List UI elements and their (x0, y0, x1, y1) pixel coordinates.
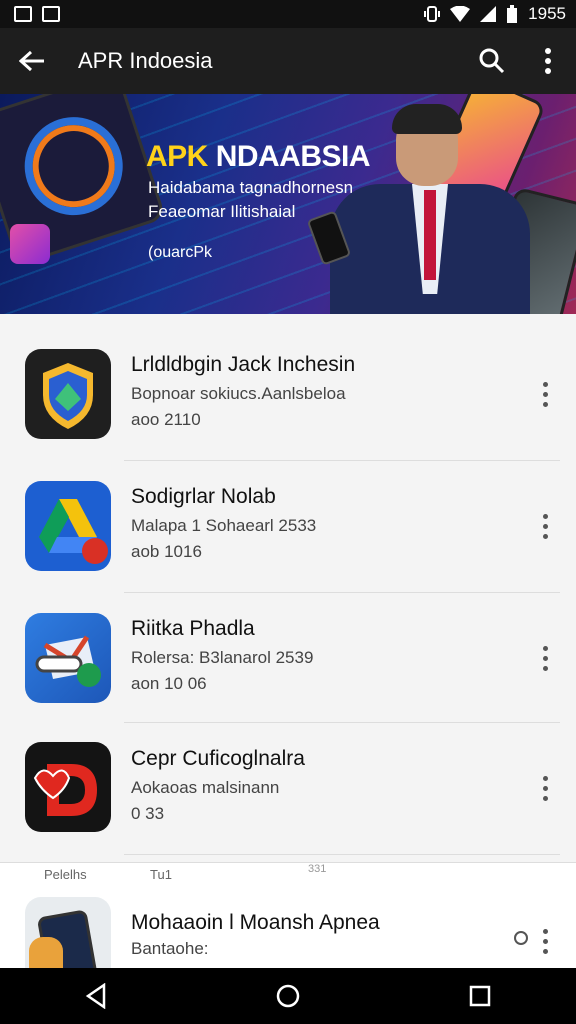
more-vertical-icon[interactable] (530, 506, 560, 546)
app-name: Riitka Phadla (131, 617, 255, 640)
drive-app-icon (25, 481, 111, 571)
phone-app-icon (25, 897, 111, 969)
banner-subtitle: Haidabama tagnadhornesn (148, 178, 354, 197)
photo-notification-icon (42, 6, 60, 22)
app-developer: Aokaoas malsinann (131, 778, 280, 797)
arrow-left-icon (19, 50, 44, 72)
app-name: Cepr Cuficoglnalra (131, 747, 305, 770)
divider (124, 460, 560, 461)
wifi-icon (450, 6, 471, 22)
sheet-tab[interactable]: Pelelhs (44, 867, 87, 882)
promo-banner[interactable]: APK NDAABSIA Haidabama tagnadhornesn Fea… (0, 94, 576, 314)
app-name: Mohaaoin l Moansh Apnea (131, 911, 380, 934)
refresh-icon[interactable] (512, 929, 530, 947)
more-vertical-icon (545, 48, 551, 74)
battery-icon (507, 5, 518, 23)
overflow-menu-button[interactable] (520, 28, 576, 94)
home-circle-icon[interactable] (275, 983, 301, 1009)
app-size: aoo 2110 (131, 410, 201, 429)
shield-app-icon (25, 349, 111, 439)
activity-notification-icon (14, 6, 32, 22)
list-item[interactable]: Sodigrlar Nolab Malapa 1 Sohaearl 2533 a… (0, 478, 576, 610)
presenter-illustration (306, 104, 530, 314)
banner-subtitle: Feaeomar Ilitishaial (148, 202, 296, 221)
list-item[interactable]: Lrldldbgin Jack Inchesin Bopnoar sokiucs… (0, 346, 576, 478)
page-title: APR Indoesia (78, 48, 213, 73)
app-name: Lrldldbgin Jack Inchesin (131, 353, 356, 376)
sheet-tab[interactable]: 331 (308, 863, 326, 875)
more-vertical-icon[interactable] (530, 921, 560, 961)
more-vertical-icon[interactable] (530, 768, 560, 808)
status-bar: 1955 (0, 0, 576, 28)
signal-icon (480, 6, 497, 22)
back-button[interactable] (0, 28, 64, 94)
vibrate-icon (424, 6, 441, 22)
app-name: Sodigrlar Nolab (131, 485, 276, 508)
more-vertical-icon[interactable] (530, 374, 560, 414)
recents-square-icon[interactable] (468, 984, 492, 1008)
bottom-sheet[interactable]: Pelelhs Tu1 331 Mohaaoin l Moansh Apnea … (0, 862, 576, 969)
divider (124, 854, 560, 855)
app-bar: APR Indoesia (0, 28, 576, 94)
search-icon (479, 48, 505, 74)
clock: 1955 (528, 4, 566, 23)
navigation-bar (0, 968, 576, 1024)
app-size: aob 1016 (131, 542, 202, 561)
divider (124, 722, 560, 723)
divider (124, 592, 560, 593)
list-item[interactable]: Cepr Cuficoglnalra Aokaoas malsinann 0 3… (0, 740, 576, 872)
search-button[interactable] (464, 28, 520, 94)
app-size: aon 10 06 (131, 674, 207, 693)
app-tile-illustration (10, 224, 50, 264)
red-d-app-icon (25, 742, 111, 832)
more-vertical-icon[interactable] (530, 638, 560, 678)
app-developer: Bopnoar sokiucs.Aanlsbeloa (131, 384, 346, 403)
back-triangle-icon[interactable] (84, 983, 108, 1009)
app-developer: Rolersa: B3lanarol 2539 (131, 648, 314, 667)
app-developer: Malapa 1 Sohaearl 2533 (131, 516, 317, 535)
app-size: 0 33 (131, 804, 165, 823)
banner-tag: (ouarcPk (148, 244, 213, 261)
app-list: Lrldldbgin Jack Inchesin Bopnoar sokiucs… (0, 314, 576, 862)
sheet-tab[interactable]: Tu1 (150, 867, 172, 882)
app-developer: Bantaohe: (131, 939, 209, 958)
mail-app-icon (25, 613, 111, 703)
